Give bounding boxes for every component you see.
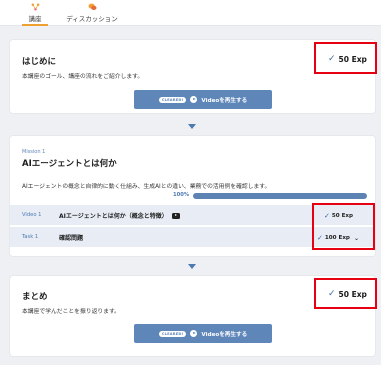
mission-progress: 100% [10,190,375,202]
play-icon [190,96,198,103]
item-type: Video 1 [22,212,42,218]
highlight-box-mission-exp [312,203,375,250]
intro-button-label: Videoを再生する [201,97,248,104]
course-icon [31,3,39,11]
tab-bar: 講座 ディスカッション [0,0,381,26]
item-title-text: 確認問題 [59,235,84,242]
item-title: 確認問題 [59,233,83,242]
summary-description: 本講座で学んだことを振り返ります。 [22,309,120,315]
item-title-text: AIエージェントとは何か（概念と特徴） [59,213,168,220]
highlight-box-intro-exp [314,42,377,74]
cleared-badge: CLEARED! [158,330,187,337]
tab-discussion-label: ディスカッション [66,15,118,23]
cleared-badge: CLEARED! [158,96,187,103]
summary-button-label: Videoを再生する [201,331,248,338]
summary-title: まとめ [22,292,48,302]
item-type: Task 1 [22,234,39,240]
intro-title: はじめに [22,57,57,67]
tab-course[interactable]: 講座 [22,0,48,26]
tab-course-label: 講座 [28,15,42,23]
item-title: AIエージェントとは何か（概念と特徴） [59,211,180,220]
down-arrow-icon [188,124,196,129]
progress-label: 100% [173,192,190,198]
mission-title: AIエージェントとは何か [22,159,117,169]
summary-play-video-button[interactable]: CLEARED! Videoを再生する [134,324,272,343]
mission-description: AIエージェントの概念と自律的に動く仕組み、生成AIとの違い、業務での活用例を確… [22,184,271,190]
highlight-box-summary-exp [314,278,377,309]
discussion-icon [88,3,96,11]
play-icon [190,330,198,337]
intro-description: 本講座のゴール、講座の流れをご紹介します。 [22,74,144,80]
tab-discussion[interactable]: ディスカッション [66,0,118,26]
progress-bar [193,193,367,199]
youtube-icon [171,212,180,219]
mission-label: Mission 1 [22,149,46,155]
intro-play-video-button[interactable]: CLEARED! Videoを再生する [134,90,272,109]
down-arrow-icon [188,264,196,269]
